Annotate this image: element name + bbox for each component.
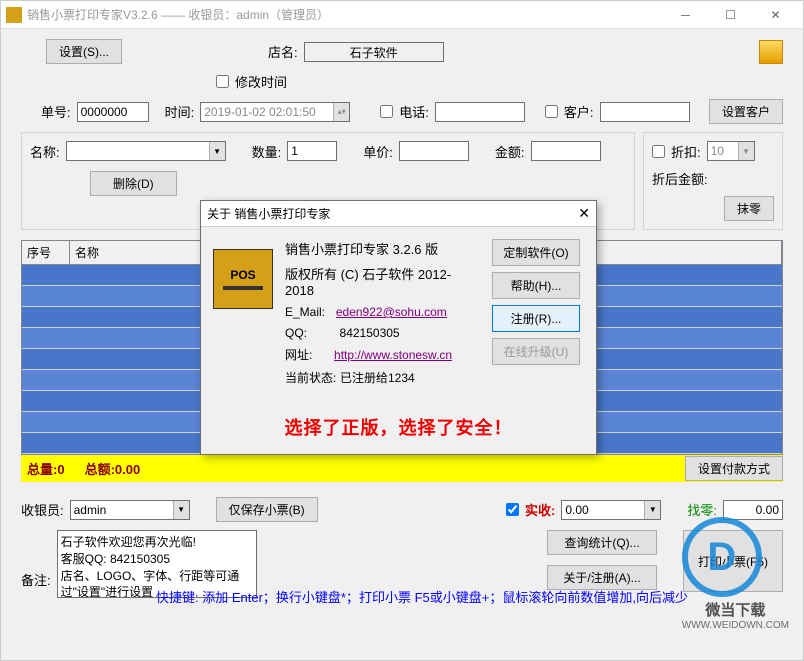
set-customer-button[interactable]: 设置客户 [709, 99, 783, 124]
dialog-slogan: 选择了正版，选择了安全！ [201, 404, 596, 454]
after-discount-label: 折后金额: [652, 169, 708, 188]
minimize-button[interactable]: ─ [663, 1, 708, 29]
customer-label: 客户: [564, 102, 594, 121]
edit-time-checkbox[interactable] [216, 75, 229, 88]
total-amount: 总额:0.00 [85, 459, 141, 478]
footer-hint: 快捷键: 添加 Enter；换行小键盘*；打印小票 F5或小键盘+；鼠标滚轮向前… [21, 587, 804, 606]
actual-combo[interactable]: 0.00▼ [561, 500, 661, 520]
phone-checkbox[interactable] [380, 105, 393, 118]
change-input[interactable] [723, 500, 783, 520]
shop-label: 店名: [268, 42, 298, 61]
phone-input[interactable] [435, 102, 525, 122]
order-label: 单号: [41, 102, 71, 121]
qty-label: 数量: [252, 142, 282, 161]
help-button[interactable]: 帮助(H)... [492, 272, 580, 299]
query-button[interactable]: 查询统计(Q)... [547, 530, 657, 555]
email-link[interactable]: eden922@sohu.com [336, 305, 447, 319]
wipe-button[interactable]: 抹零 [724, 196, 774, 221]
qty-input[interactable] [287, 141, 337, 161]
print-button[interactable]: 打印小票(F5) [683, 530, 783, 592]
price-label: 单价: [363, 142, 393, 161]
order-input[interactable] [77, 102, 149, 122]
discount-combo[interactable]: 10▼ [707, 141, 755, 161]
cashier-combo[interactable]: admin▼ [70, 500, 190, 520]
price-input[interactable] [399, 141, 469, 161]
discount-label: 折扣: [671, 142, 701, 161]
phone-label: 电话: [399, 102, 429, 121]
time-picker[interactable]: 2019-01-02 02:01:50 ▴▾ [200, 102, 350, 122]
actual-checkbox[interactable] [506, 503, 519, 516]
customer-input[interactable] [600, 102, 690, 122]
change-label: 找零: [687, 500, 717, 519]
amount-input[interactable] [531, 141, 601, 161]
shop-name-field[interactable]: 石子软件 [304, 42, 444, 62]
calculator-icon[interactable] [759, 40, 783, 64]
discount-checkbox[interactable] [652, 145, 665, 158]
dialog-title: 关于 销售小票打印专家 [207, 205, 330, 222]
register-button[interactable]: 注册(R)... [492, 305, 580, 332]
pay-method-button[interactable]: 设置付款方式 [685, 456, 783, 481]
custom-software-button[interactable]: 定制软件(O) [492, 239, 580, 266]
total-qty: 总量:0 [27, 459, 65, 478]
app-icon [6, 7, 22, 23]
about-dialog: 关于 销售小票打印专家 ✕ POS 销售小票打印专家 3.2.6 版 版权所有 … [200, 200, 597, 455]
delete-button[interactable]: 删除(D) [90, 171, 177, 196]
product-line: 销售小票打印专家 3.2.6 版 [285, 239, 480, 258]
maximize-button[interactable]: ☐ [708, 1, 753, 29]
copyright-line: 版权所有 (C) 石子软件 2012-2018 [285, 264, 480, 298]
amount-label: 金额: [495, 142, 525, 161]
settings-button[interactable]: 设置(S)... [46, 39, 122, 64]
titlebar: 销售小票打印专家V3.2.6 —— 收银员：admin（管理员） ─ ☐ ✕ [1, 1, 803, 29]
dialog-info: 销售小票打印专家 3.2.6 版 版权所有 (C) 石子软件 2012-2018… [285, 239, 480, 392]
cashier-label: 收银员: [21, 500, 64, 519]
close-button[interactable]: ✕ [753, 1, 798, 29]
edit-time-label: 修改时间 [235, 72, 287, 91]
dialog-close-button[interactable]: ✕ [578, 205, 590, 222]
upgrade-button: 在线升级(U) [492, 338, 580, 365]
name-combo[interactable]: ▼ [66, 141, 226, 161]
actual-label: 实收: [525, 500, 555, 519]
col-seq[interactable]: 序号 [22, 241, 70, 264]
customer-checkbox[interactable] [545, 105, 558, 118]
time-spinner[interactable]: ▴▾ [333, 103, 349, 121]
pos-icon: POS [213, 249, 273, 309]
save-only-button[interactable]: 仅保存小票(B) [216, 497, 318, 522]
name-label: 名称: [30, 142, 60, 161]
website-link[interactable]: http://www.stonesw.cn [334, 348, 452, 362]
window-title: 销售小票打印专家V3.2.6 —— 收银员：admin（管理员） [27, 6, 329, 23]
time-label: 时间: [165, 102, 195, 121]
